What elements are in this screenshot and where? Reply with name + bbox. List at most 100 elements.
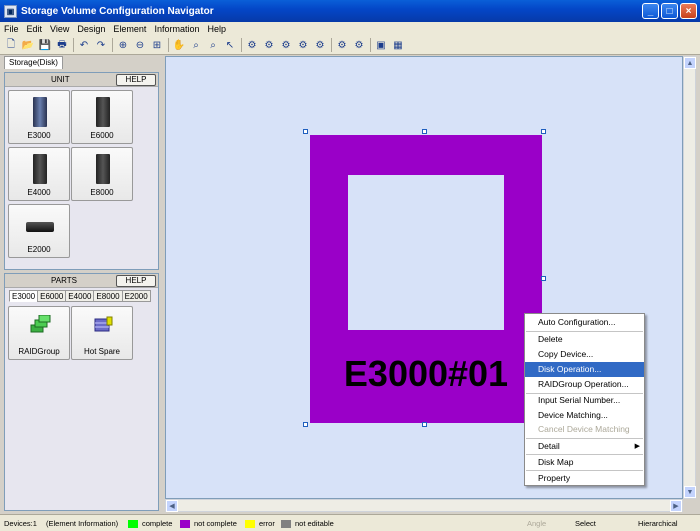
redo-icon[interactable]: ↷ — [94, 38, 108, 52]
open-folder-icon[interactable]: 📂 — [21, 38, 35, 52]
unit-e3000[interactable]: E3000 — [8, 90, 70, 144]
storage-tower-icon — [96, 97, 110, 127]
zoom-select-icon[interactable]: ⌕ — [206, 38, 220, 52]
selection-handle-sw[interactable] — [303, 422, 308, 427]
menu-item-cancel-device-matching: Cancel Device Matching — [538, 424, 630, 434]
element-info: (Element Information) — [46, 519, 119, 528]
menu-item-copy-device[interactable]: Copy Device... — [525, 347, 644, 362]
unit-e6000[interactable]: E6000 — [71, 90, 133, 144]
legend-complete: complete — [128, 517, 172, 530]
scroll-up-icon[interactable]: ▲ — [684, 57, 696, 69]
pointer-icon[interactable]: ↖ — [223, 38, 237, 52]
menu-edit[interactable]: Edit — [23, 24, 47, 34]
menu-file[interactable]: File — [0, 24, 23, 34]
raidgroup-icon — [30, 315, 51, 333]
print-icon[interactable]: 🖶 — [55, 38, 69, 52]
image-grid-icon[interactable]: ▦ — [391, 38, 405, 52]
layout-hierarchical-icon[interactable]: ⚙ — [245, 38, 259, 52]
parts-tab-e6000[interactable]: E6000 — [37, 290, 67, 302]
layout-tree-icon[interactable]: ⚙ — [296, 38, 310, 52]
menu-view[interactable]: View — [46, 24, 73, 34]
parts-tab-e4000[interactable]: E4000 — [65, 290, 95, 302]
undo-icon[interactable]: ↶ — [77, 38, 91, 52]
network-icon[interactable]: ⚙ — [335, 38, 349, 52]
legend-swatch — [180, 520, 190, 529]
menu-item-raidgroup-operation[interactable]: RAIDGroup Operation... — [525, 377, 644, 392]
parts-title: PARTS — [51, 276, 77, 285]
legend-swatch — [245, 520, 255, 529]
unit-help-button[interactable]: HELP — [116, 74, 156, 86]
part-hot-spare[interactable]: Hot Spare — [71, 306, 133, 360]
part-raidgroup[interactable]: RAIDGroup — [8, 306, 70, 360]
mode-indicator: Select — [575, 519, 596, 528]
device-count: Devices:1 — [4, 519, 37, 528]
left-panel: Storage(Disk) UNIT HELP E3000 E6000 E400… — [2, 56, 162, 513]
scroll-left-icon[interactable]: ◀ — [166, 500, 178, 512]
selection-handle-s[interactable] — [422, 422, 427, 427]
context-menu: Auto Configuration... Delete Copy Device… — [524, 313, 645, 486]
menu-element[interactable]: Element — [109, 24, 150, 34]
menu-item-auto-configuration[interactable]: Auto Configuration... — [525, 315, 644, 330]
unit-panel: UNIT HELP E3000 E6000 E4000 E8000 E2000 — [4, 72, 159, 270]
selection-handle-nw[interactable] — [303, 129, 308, 134]
vertical-scrollbar[interactable]: ▲ ▼ — [683, 56, 696, 499]
legend-error: error — [245, 517, 275, 530]
tab-storage-disk[interactable]: Storage(Disk) — [4, 56, 63, 69]
scroll-right-icon[interactable]: ▶ — [670, 500, 682, 512]
device-inner-area — [348, 175, 504, 330]
network-gray-icon[interactable]: ⚙ — [352, 38, 366, 52]
zoom-out-icon[interactable]: ⊖ — [133, 38, 147, 52]
horizontal-scrollbar[interactable]: ◀ ▶ — [165, 499, 683, 512]
maximize-button[interactable]: □ — [661, 3, 678, 19]
fit-icon[interactable]: ⊞ — [150, 38, 164, 52]
unit-title: UNIT — [51, 75, 70, 84]
status-bar: Devices:1 (Element Information) complete… — [0, 514, 700, 531]
hand-icon[interactable]: ✋ — [172, 38, 186, 52]
parts-panel: PARTS HELP E3000 E6000 E4000 E8000 E2000… — [4, 273, 159, 511]
menu-item-disk-operation[interactable]: Disk Operation... — [525, 362, 644, 377]
layout-orthogonal-icon[interactable]: ⚙ — [279, 38, 293, 52]
scroll-down-icon[interactable]: ▼ — [684, 486, 696, 498]
unit-e4000[interactable]: E4000 — [8, 147, 70, 201]
menu-information[interactable]: Information — [150, 24, 203, 34]
menu-help[interactable]: Help — [203, 24, 230, 34]
menu-item-property[interactable]: Property — [525, 471, 644, 486]
app-icon: ▣ — [4, 4, 17, 18]
storage-tower-icon — [96, 154, 110, 184]
close-button[interactable]: × — [680, 3, 697, 19]
angle-indicator: Angle — [527, 519, 547, 528]
layout-indicator: Hierarchical — [638, 519, 678, 528]
minimize-button[interactable]: _ — [642, 3, 659, 19]
selection-handle-n[interactable] — [422, 129, 427, 134]
legend-swatch — [128, 520, 138, 529]
title-bar: ▣ Storage Volume Configuration Navigator… — [0, 0, 700, 22]
unit-e2000[interactable]: E2000 — [8, 204, 70, 258]
zoom-area-icon[interactable]: ⌕ — [189, 38, 203, 52]
menu-item-detail[interactable]: Detail ▶ — [525, 439, 644, 454]
image-export-icon[interactable]: ▣ — [374, 38, 388, 52]
selection-handle-ne[interactable] — [541, 129, 546, 134]
parts-tab-e2000[interactable]: E2000 — [121, 290, 151, 302]
unit-e8000[interactable]: E8000 — [71, 147, 133, 201]
menu-item-delete[interactable]: Delete — [525, 332, 644, 347]
menu-design[interactable]: Design — [73, 24, 109, 34]
menu-item-device-matching[interactable]: Device Matching... — [525, 408, 644, 423]
new-file-icon[interactable]: 🗋 — [4, 38, 18, 52]
layout-organic-icon[interactable]: ⚙ — [313, 38, 327, 52]
legend-not-complete: not complete — [180, 517, 237, 530]
parts-tab-e8000[interactable]: E8000 — [93, 290, 123, 302]
device-e3000-01[interactable]: E3000#01 — [310, 135, 542, 423]
parts-tab-e3000[interactable]: E3000 — [9, 290, 39, 302]
save-icon[interactable]: 💾 — [38, 38, 52, 52]
menu-item-disk-map[interactable]: Disk Map — [525, 455, 644, 470]
legend-not-editable: not editable — [281, 517, 334, 530]
menu-item-input-serial-number[interactable]: Input Serial Number... — [525, 393, 644, 408]
hot-spare-icon — [94, 316, 113, 332]
layout-circular-icon[interactable]: ⚙ — [262, 38, 276, 52]
zoom-in-icon[interactable]: ⊕ — [116, 38, 130, 52]
menu-bar: File Edit View Design Element Informatio… — [0, 22, 700, 36]
parts-help-button[interactable]: HELP — [116, 275, 156, 287]
storage-tower-icon — [33, 97, 47, 127]
storage-tower-icon — [33, 154, 47, 184]
selection-handle-e[interactable] — [541, 276, 546, 281]
